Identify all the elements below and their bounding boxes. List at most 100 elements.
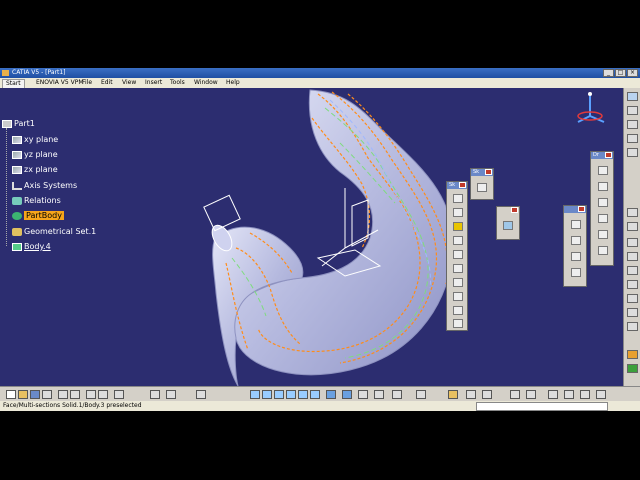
menu-window[interactable]: Window [194, 78, 218, 88]
3d-viewport[interactable]: Part1 xy plane yz plane zx plane Axis Sy… [0, 88, 623, 386]
join-icon[interactable] [627, 364, 638, 373]
line-icon[interactable] [627, 134, 638, 143]
menu-tools[interactable]: Tools [170, 78, 185, 88]
edge-fillet-icon[interactable] [598, 230, 608, 239]
shaft-icon[interactable] [453, 222, 463, 231]
material-icon[interactable] [392, 390, 402, 399]
analysis-icon[interactable] [416, 390, 426, 399]
point-icon[interactable] [627, 120, 638, 129]
menu-edit[interactable]: Edit [101, 78, 113, 88]
swap-space-icon[interactable] [374, 390, 384, 399]
save-icon[interactable] [30, 390, 40, 399]
plane-icon[interactable] [627, 106, 638, 115]
undo-icon[interactable] [86, 390, 96, 399]
close-icon[interactable] [485, 169, 492, 175]
fit-all-icon[interactable] [250, 390, 260, 399]
menu-help[interactable]: Help [226, 78, 240, 88]
boolean-icon[interactable] [627, 266, 638, 275]
slot-icon[interactable] [453, 278, 463, 287]
thread-icon[interactable] [598, 182, 608, 191]
replace-face-icon[interactable] [598, 214, 608, 223]
chamfer-icon[interactable] [571, 236, 581, 245]
fly-mode-icon[interactable] [196, 390, 206, 399]
rotate-icon[interactable] [274, 390, 284, 399]
close-button[interactable]: × [627, 69, 638, 77]
close-icon[interactable] [511, 207, 518, 213]
tree-node-axis-systems[interactable]: Axis Systems [12, 181, 77, 191]
axis-icon[interactable] [627, 208, 638, 217]
print-icon[interactable] [42, 390, 52, 399]
fill-icon[interactable] [627, 308, 638, 317]
surface-icon[interactable] [627, 238, 638, 247]
surface-icon[interactable] [503, 221, 513, 230]
parameters-icon[interactable] [564, 390, 574, 399]
helix-icon[interactable] [627, 252, 638, 261]
pan-icon[interactable] [262, 390, 272, 399]
constraint-icon[interactable] [466, 390, 476, 399]
options-icon[interactable] [580, 390, 590, 399]
tree-node-yz-plane[interactable]: yz plane [12, 150, 58, 160]
shell-icon[interactable] [571, 268, 581, 277]
formula-icon[interactable] [150, 390, 160, 399]
variable-fillet-icon[interactable] [598, 246, 608, 255]
cut-icon[interactable] [58, 390, 68, 399]
settings-icon[interactable] [596, 390, 606, 399]
normal-view-icon[interactable] [310, 390, 320, 399]
open-icon[interactable] [18, 390, 28, 399]
menu-view[interactable]: View [122, 78, 136, 88]
tree-node-zx-plane[interactable]: zx plane [12, 165, 58, 175]
command-input[interactable] [476, 402, 608, 411]
tree-node-part1[interactable]: Part1 [2, 119, 35, 129]
new-icon[interactable] [6, 390, 16, 399]
draft-icon[interactable] [571, 252, 581, 261]
remove-face-icon[interactable] [598, 198, 608, 207]
minimize-button[interactable]: _ [603, 69, 614, 77]
rule-icon[interactable] [526, 390, 536, 399]
blend-icon[interactable] [627, 322, 638, 331]
zoom-out-icon[interactable] [298, 390, 308, 399]
menu-insert[interactable]: Insert [145, 78, 162, 88]
rib-icon[interactable] [453, 264, 463, 273]
render-style-icon[interactable] [342, 390, 352, 399]
compass-icon[interactable] [572, 90, 608, 130]
stiffener-icon[interactable] [453, 306, 463, 315]
measure-icon[interactable] [166, 390, 176, 399]
tree-node-geometrical-set[interactable]: Geometrical Set.1 [12, 227, 96, 237]
sketch-icon[interactable] [627, 92, 638, 101]
pocket-icon[interactable] [453, 208, 463, 217]
hole-icon[interactable] [453, 250, 463, 259]
redo-icon[interactable] [98, 390, 108, 399]
sweep-icon[interactable] [627, 294, 638, 303]
close-icon[interactable] [605, 152, 612, 158]
hide-show-icon[interactable] [358, 390, 368, 399]
multi-section-solid-icon[interactable] [453, 292, 463, 301]
tree-node-body4[interactable]: Body.4 [12, 242, 51, 252]
pad-icon[interactable] [453, 194, 463, 203]
tree-node-xy-plane[interactable]: xy plane [12, 135, 58, 145]
update-icon[interactable] [448, 390, 458, 399]
knowledge-icon[interactable] [510, 390, 520, 399]
zoom-in-icon[interactable] [286, 390, 296, 399]
fillet-icon[interactable] [571, 220, 581, 229]
split-icon[interactable] [627, 350, 638, 359]
hook-model[interactable] [0, 88, 623, 386]
maximize-button[interactable]: □ [615, 69, 626, 77]
views-icon[interactable] [326, 390, 336, 399]
tools-icon[interactable] [548, 390, 558, 399]
whats-this-icon[interactable] [114, 390, 124, 399]
solid-combine-icon[interactable] [453, 319, 463, 328]
close-icon[interactable] [459, 182, 466, 188]
sketcher-icon[interactable] [477, 183, 487, 192]
extrude-icon[interactable] [627, 280, 638, 289]
curve-icon[interactable] [627, 222, 638, 231]
groove-icon[interactable] [453, 236, 463, 245]
thickness-icon[interactable] [598, 166, 608, 175]
copy-icon[interactable] [70, 390, 80, 399]
menu-file[interactable]: File [82, 78, 92, 88]
tree-node-relations[interactable]: Relations [12, 196, 61, 206]
menu-enovia[interactable]: ENOVIA V5 VPM [36, 78, 84, 88]
spline-icon[interactable] [627, 148, 638, 157]
snap-icon[interactable] [482, 390, 492, 399]
close-icon[interactable] [578, 206, 585, 212]
tree-node-partbody[interactable]: PartBody [12, 211, 64, 221]
